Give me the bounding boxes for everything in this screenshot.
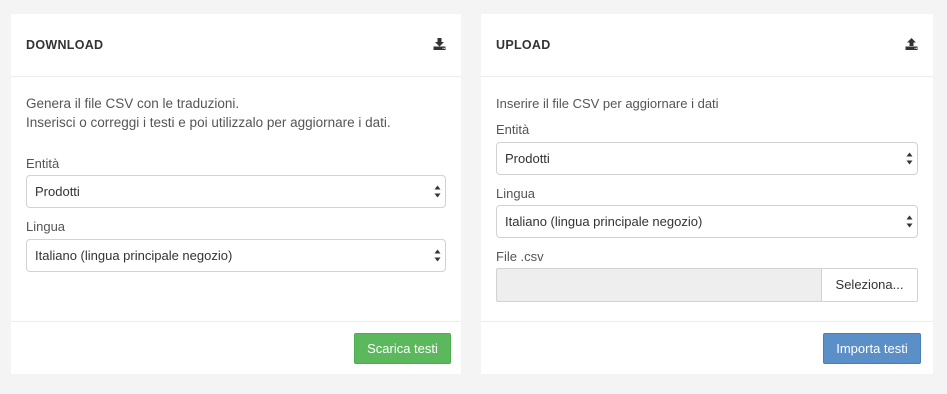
upload-panel-footer: Importa testi	[481, 321, 933, 374]
upload-language-select[interactable]: Italiano (lingua principale negozio)	[496, 205, 918, 238]
download-entity-value: Prodotti	[35, 184, 80, 199]
download-panel: DOWNLOAD Genera il file CSV con le tradu…	[11, 14, 461, 374]
import-texts-button[interactable]: Importa testi	[823, 333, 921, 364]
download-panel-footer: Scarica testi	[11, 321, 461, 374]
upload-language-label: Lingua	[496, 186, 536, 201]
download-icon	[433, 38, 446, 50]
download-texts-button[interactable]: Scarica testi	[354, 333, 451, 364]
upload-description: Inserire il file CSV per aggiornare i da…	[496, 96, 719, 111]
download-language-label: Lingua	[26, 219, 66, 234]
download-entity-label: Entità	[26, 156, 60, 171]
upload-entity-label: Entità	[496, 122, 530, 137]
file-path-field[interactable]	[496, 268, 821, 302]
upload-panel: UPLOAD Inserire il file CSV per aggiorna…	[481, 14, 933, 374]
download-language-select[interactable]: Italiano (lingua principale negozio)	[26, 239, 446, 272]
download-description-line1: Genera il file CSV con le traduzioni.	[26, 96, 240, 111]
upload-language-value: Italiano (lingua principale negozio)	[505, 214, 703, 229]
upload-title: UPLOAD	[496, 38, 551, 52]
upload-entity-value: Prodotti	[505, 151, 550, 166]
download-language-value: Italiano (lingua principale negozio)	[35, 248, 233, 263]
select-arrows-icon	[906, 152, 913, 165]
select-arrows-icon	[906, 215, 913, 228]
download-title: DOWNLOAD	[26, 38, 104, 52]
select-arrows-icon	[434, 249, 441, 262]
upload-panel-header: UPLOAD	[481, 14, 933, 77]
download-description: Genera il file CSV con le traduzioni. In…	[26, 94, 466, 132]
download-description-line2: Inserisci o correggi i testi e poi utili…	[26, 115, 391, 130]
upload-entity-select[interactable]: Prodotti	[496, 142, 918, 175]
select-arrows-icon	[434, 185, 441, 198]
select-file-button[interactable]: Seleziona...	[821, 268, 918, 302]
download-entity-select[interactable]: Prodotti	[26, 175, 446, 208]
upload-icon	[905, 38, 918, 50]
upload-file-input: Seleziona...	[496, 268, 918, 302]
download-panel-header: DOWNLOAD	[11, 14, 461, 77]
upload-file-label: File .csv	[496, 249, 544, 264]
